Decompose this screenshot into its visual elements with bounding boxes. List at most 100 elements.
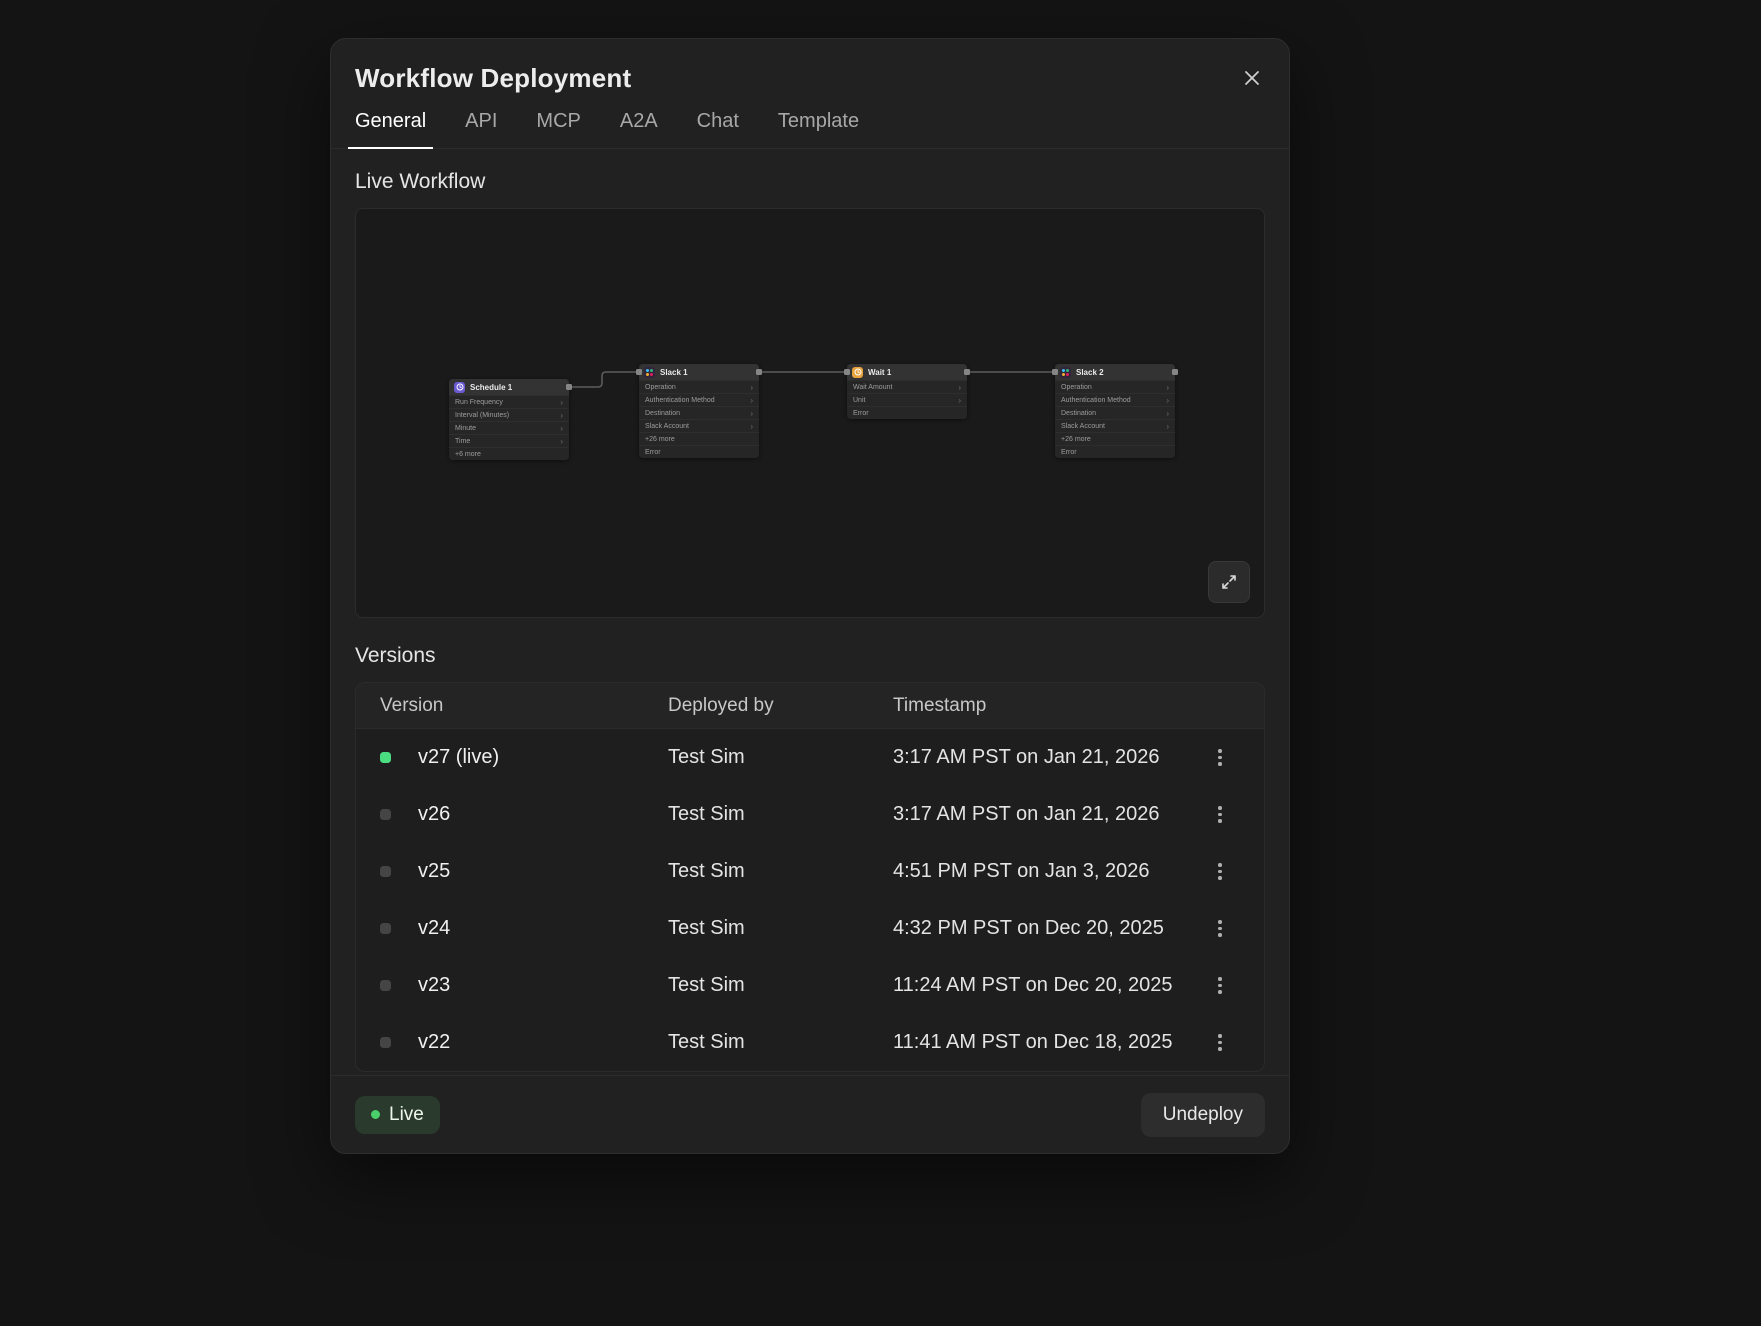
column-deployed-by: Deployed by: [668, 695, 893, 717]
modal-title: Workflow Deployment: [355, 63, 631, 94]
node-field: Wait Amount: [847, 381, 967, 393]
input-port: [1052, 369, 1058, 375]
live-status-badge: Live: [355, 1096, 440, 1134]
chevron-right-icon: [557, 437, 563, 446]
node-field: Destination: [1055, 407, 1175, 419]
node-header: Wait 1: [847, 364, 967, 380]
node-title: Schedule 1: [470, 383, 512, 392]
slack-icon: [1060, 367, 1071, 378]
chevron-right-icon: [1163, 409, 1169, 418]
row-menu-button[interactable]: [1214, 745, 1226, 770]
live-badge-label: Live: [389, 1104, 424, 1126]
status-dot: [380, 980, 391, 991]
row-menu-button[interactable]: [1214, 859, 1226, 884]
node-field-more: +26 more: [1055, 433, 1175, 445]
chevron-right-icon: [1163, 383, 1169, 392]
node-field: Slack Account: [639, 420, 759, 432]
tab-template[interactable]: Template: [771, 110, 866, 148]
version-row: v22 Test Sim 11:41 AM PST on Dec 18, 202…: [356, 1014, 1264, 1071]
node-wait-1: Wait 1 Wait Amount Unit Error: [847, 364, 967, 419]
close-button[interactable]: [1239, 65, 1265, 91]
version-label: v23: [418, 974, 668, 997]
tab-api[interactable]: API: [458, 110, 504, 148]
chevron-right-icon: [747, 422, 753, 431]
chevron-right-icon: [955, 383, 961, 392]
node-field: Authentication Method: [639, 394, 759, 406]
modal-header: Workflow Deployment: [331, 39, 1289, 94]
node-title: Slack 1: [660, 368, 688, 377]
version-label: v26: [418, 803, 668, 826]
status-dot: [380, 923, 391, 934]
node-slack-1: Slack 1 Operation Authentication Method …: [639, 364, 759, 458]
version-label: v24: [418, 917, 668, 940]
live-workflow-heading: Live Workflow: [355, 170, 1265, 194]
tab-a2a[interactable]: A2A: [613, 110, 665, 148]
version-row: v27 (live) Test Sim 3:17 AM PST on Jan 2…: [356, 729, 1264, 786]
undeploy-button[interactable]: Undeploy: [1141, 1093, 1265, 1137]
chevron-right-icon: [557, 411, 563, 420]
node-field: Unit: [847, 394, 967, 406]
node-field: Run Frequency: [449, 396, 569, 408]
chevron-right-icon: [747, 383, 753, 392]
node-field-more: +26 more: [639, 433, 759, 445]
node-field: Authentication Method: [1055, 394, 1175, 406]
versions-heading: Versions: [355, 644, 1265, 668]
schedule-icon: [454, 382, 465, 393]
version-row: v24 Test Sim 4:32 PM PST on Dec 20, 2025: [356, 900, 1264, 957]
node-field: Destination: [639, 407, 759, 419]
node-field: Interval (Minutes): [449, 409, 569, 421]
output-port: [964, 369, 970, 375]
status-dot: [380, 809, 391, 820]
tab-chat[interactable]: Chat: [690, 110, 746, 148]
node-header: Slack 1: [639, 364, 759, 380]
node-field-error: Error: [847, 407, 967, 419]
versions-table-header: Version Deployed by Timestamp: [356, 683, 1264, 729]
timestamp: 3:17 AM PST on Jan 21, 2026: [893, 746, 1200, 769]
workflow-canvas[interactable]: Schedule 1 Run Frequency Interval (Minut…: [355, 208, 1265, 618]
expand-canvas-button[interactable]: [1208, 561, 1250, 603]
versions-table: Version Deployed by Timestamp v27 (live)…: [355, 682, 1265, 1072]
row-menu-button[interactable]: [1214, 802, 1226, 827]
chevron-right-icon: [1163, 422, 1169, 431]
row-menu-button[interactable]: [1214, 1030, 1226, 1055]
input-port: [636, 369, 642, 375]
node-header: Slack 2: [1055, 364, 1175, 380]
expand-icon: [1219, 572, 1239, 592]
workflow-deployment-modal: Workflow Deployment General API MCP A2A …: [330, 38, 1290, 1154]
chevron-right-icon: [955, 396, 961, 405]
modal-content: Live Workflow Schedule 1 Run Frequency I…: [331, 149, 1289, 1075]
version-label: v27 (live): [418, 746, 668, 769]
chevron-right-icon: [747, 396, 753, 405]
node-field: Minute: [449, 422, 569, 434]
node-title: Wait 1: [868, 368, 891, 377]
deployed-by: Test Sim: [668, 974, 893, 997]
tab-general[interactable]: General: [348, 110, 433, 148]
row-menu-button[interactable]: [1214, 916, 1226, 941]
deployed-by: Test Sim: [668, 860, 893, 883]
status-dot: [380, 1037, 391, 1048]
node-title: Slack 2: [1076, 368, 1104, 377]
chevron-right-icon: [747, 409, 753, 418]
chevron-right-icon: [557, 398, 563, 407]
node-field-more: +6 more: [449, 448, 569, 460]
timestamp: 4:32 PM PST on Dec 20, 2025: [893, 917, 1200, 940]
live-status-dot: [380, 752, 391, 763]
deployed-by: Test Sim: [668, 1031, 893, 1054]
node-field: Operation: [639, 381, 759, 393]
row-menu-button[interactable]: [1214, 973, 1226, 998]
live-dot-icon: [371, 1110, 380, 1119]
output-port: [756, 369, 762, 375]
modal-footer: Live Undeploy: [331, 1075, 1289, 1153]
column-timestamp: Timestamp: [893, 695, 1200, 717]
node-schedule-1: Schedule 1 Run Frequency Interval (Minut…: [449, 379, 569, 460]
deployed-by: Test Sim: [668, 746, 893, 769]
output-port: [566, 384, 572, 390]
input-port: [844, 369, 850, 375]
wait-icon: [852, 367, 863, 378]
node-slack-2: Slack 2 Operation Authentication Method …: [1055, 364, 1175, 458]
tab-mcp[interactable]: MCP: [529, 110, 587, 148]
version-label: v25: [418, 860, 668, 883]
node-field-error: Error: [1055, 446, 1175, 458]
timestamp: 4:51 PM PST on Jan 3, 2026: [893, 860, 1200, 883]
status-dot: [380, 866, 391, 877]
